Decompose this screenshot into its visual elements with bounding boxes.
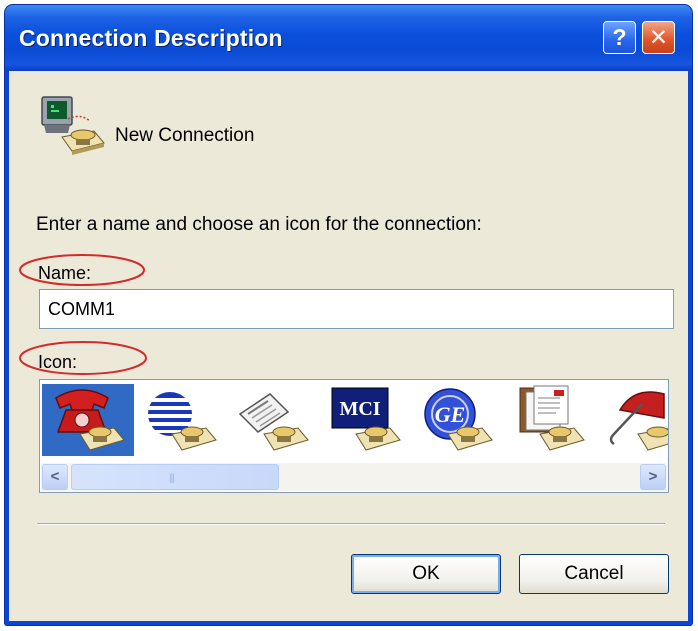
icon-annotation-circle: [19, 341, 147, 375]
scroll-grip-icon: |||: [169, 473, 175, 484]
mci-logo-icon: MCI: [331, 387, 401, 451]
separator: [37, 523, 665, 525]
ge-logo-icon: GE: [424, 388, 493, 451]
svg-text:GE: GE: [435, 402, 466, 427]
svg-text:MCI: MCI: [339, 398, 380, 420]
horizontal-scrollbar[interactable]: < ||| >: [41, 463, 667, 491]
umbrella-icon: [609, 391, 668, 451]
icon-label: Icon:: [38, 352, 78, 372]
globe-icon: [148, 392, 217, 451]
icon-list[interactable]: MCI GE < ||| >: [39, 379, 669, 493]
documents-icon: [519, 385, 585, 451]
scroll-thumb[interactable]: |||: [71, 464, 279, 490]
phone-computer-icon: [41, 96, 105, 155]
dialog-window: Connection Description ? ✕ New Connectio…: [5, 5, 692, 625]
red-telephone-icon: [55, 389, 125, 451]
instruction-text: Enter a name and choose an icon for the …: [36, 214, 482, 235]
icon-option-ge[interactable]: GE: [410, 384, 502, 456]
newspaper-icon: [238, 393, 309, 451]
icon-option-telephone[interactable]: [42, 384, 134, 456]
title-bar[interactable]: Connection Description ? ✕: [5, 5, 692, 71]
icon-option-newspaper[interactable]: [226, 384, 318, 456]
name-label: Name:: [38, 263, 92, 283]
icon-option-globe[interactable]: [134, 384, 226, 456]
scroll-right-button[interactable]: >: [640, 464, 666, 490]
connection-name: New Connection: [115, 125, 255, 146]
help-button[interactable]: ?: [603, 21, 636, 54]
cancel-button[interactable]: Cancel: [519, 554, 669, 594]
window-title: Connection Description: [19, 25, 283, 51]
ok-button[interactable]: OK: [351, 554, 501, 594]
dialog-body: New Connection Enter a name and choose a…: [9, 71, 688, 621]
close-button[interactable]: ✕: [642, 21, 675, 54]
icon-option-mci[interactable]: MCI: [318, 384, 410, 456]
icon-option-documents[interactable]: [502, 384, 594, 456]
name-input[interactable]: [39, 289, 674, 329]
icon-option-umbrella[interactable]: [594, 384, 668, 456]
scroll-left-button[interactable]: <: [42, 464, 68, 490]
